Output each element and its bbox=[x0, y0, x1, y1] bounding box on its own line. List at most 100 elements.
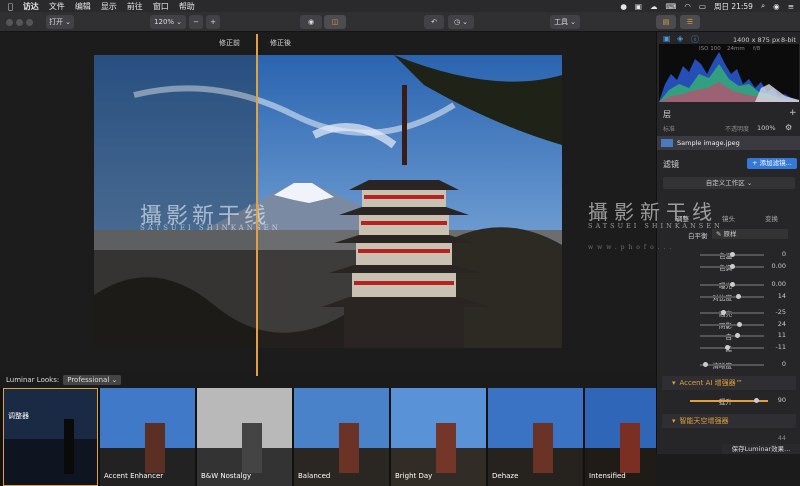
adjust-slider-knob[interactable] bbox=[721, 310, 726, 315]
adjust-slider-knob[interactable] bbox=[730, 282, 735, 287]
looks-label: Luminar Looks: bbox=[6, 375, 60, 384]
adjust-toggle-button[interactable]: ☰ bbox=[680, 15, 700, 29]
chevron-down-icon: ⌄ bbox=[111, 375, 118, 384]
right-sidebar: ▣ ◈ ⓘ 1400 x 875 px 8-bit ISO 100 24mm f… bbox=[656, 32, 800, 454]
image-canvas[interactable]: 修正前 修正後 攝影新干线 SATSUEI SHINKANSEN bbox=[0, 32, 656, 372]
layer-opacity-value[interactable]: 100% bbox=[757, 124, 776, 132]
look-thumb[interactable]: Bright Day bbox=[391, 388, 486, 486]
look-thumb[interactable]: Intensified bbox=[585, 388, 656, 486]
watermark-title-right: 攝影新干线 bbox=[588, 200, 718, 224]
adjust-slider-knob[interactable] bbox=[735, 333, 740, 338]
adjust-slider-track[interactable] bbox=[700, 310, 764, 315]
image-workspace: 修正前 修正後 攝影新干线 SATSUEI SHINKANSEN Luminar… bbox=[0, 32, 656, 486]
look-thumb[interactable]: Accent Enhancer bbox=[100, 388, 195, 486]
cloud-icon[interactable]: ☁ bbox=[650, 2, 658, 11]
zoom-select[interactable]: 120% ⌄ bbox=[150, 15, 186, 29]
compare-divider-handle[interactable] bbox=[256, 34, 258, 376]
adjust-slider-track[interactable] bbox=[700, 345, 764, 350]
chevron-down-icon: ▾ bbox=[672, 379, 676, 387]
look-thumb[interactable]: Dehaze bbox=[488, 388, 583, 486]
workspace-select[interactable]: 自定义工作区 ⌄ bbox=[663, 177, 795, 189]
adjust-slider-track[interactable] bbox=[700, 294, 764, 299]
undo-button[interactable]: ↶ bbox=[424, 15, 444, 29]
adjust-slider-track[interactable] bbox=[700, 322, 764, 327]
boost-slider[interactable] bbox=[690, 398, 768, 403]
user-icon[interactable]: ◉ bbox=[773, 2, 780, 11]
search-icon[interactable]: ⌕ bbox=[761, 1, 765, 11]
open-button[interactable]: 打开 ⌄ bbox=[46, 15, 74, 29]
apple-icon[interactable]:  bbox=[8, 2, 13, 11]
look-thumb[interactable]: B&W Nostalgy bbox=[197, 388, 292, 486]
white-balance-select[interactable]: ✎ 原样 bbox=[712, 229, 788, 239]
adjust-slider-knob[interactable] bbox=[730, 264, 735, 269]
tab-transform[interactable]: 变换 bbox=[765, 213, 778, 223]
tools-button[interactable]: 工具 ⌄ bbox=[550, 15, 580, 29]
adjust-slider-knob[interactable] bbox=[725, 345, 730, 350]
layer-blend-mode[interactable]: 标准 bbox=[663, 124, 675, 133]
add-filter-button[interactable]: + 添加滤镜... bbox=[747, 158, 797, 169]
adjust-slider-track[interactable] bbox=[700, 362, 764, 367]
layers-title[interactable]: 层 bbox=[663, 109, 671, 120]
zoom-window-button[interactable] bbox=[26, 19, 33, 26]
minimize-window-button[interactable] bbox=[16, 19, 23, 26]
film-icon: ▤ bbox=[662, 18, 670, 26]
image-icon[interactable]: ▣ bbox=[663, 34, 671, 43]
look-thumb[interactable]: Balanced bbox=[294, 388, 389, 486]
eye-icon: ◉ bbox=[307, 18, 315, 26]
wifi-icon[interactable]: ◠ bbox=[684, 2, 691, 11]
battery-icon[interactable]: ▭ bbox=[699, 2, 706, 11]
exif-aperture: f/8 bbox=[753, 46, 761, 52]
looks-bar: Luminar Looks: Professional ⌄ bbox=[0, 372, 656, 387]
adjust-slider-knob[interactable] bbox=[736, 294, 741, 299]
slider-value: 24 bbox=[777, 320, 786, 328]
white-balance-row[interactable]: 白平衡 bbox=[688, 230, 708, 240]
add-layer-icon[interactable]: + bbox=[789, 108, 797, 118]
zoom-in-button[interactable]: + bbox=[206, 15, 220, 29]
zoom-out-button[interactable]: − bbox=[189, 15, 203, 29]
clock[interactable]: 周日 21:59 bbox=[714, 1, 753, 12]
slider-value: 0 bbox=[781, 250, 786, 258]
adjust-slider-knob[interactable] bbox=[730, 252, 735, 257]
looks-category-select[interactable]: Professional ⌄ bbox=[63, 374, 122, 385]
list-icon[interactable]: ≡ bbox=[788, 2, 794, 11]
look-preview bbox=[4, 419, 97, 485]
layers-icon[interactable]: ◈ bbox=[677, 34, 683, 43]
close-window-button[interactable] bbox=[6, 19, 13, 26]
slider-value: 0.00 bbox=[771, 280, 786, 288]
boost-slider-knob[interactable] bbox=[754, 398, 759, 403]
record-icon[interactable]: ● bbox=[620, 2, 627, 11]
adjust-slider-track[interactable] bbox=[700, 333, 764, 338]
menu-file[interactable]: 文件 bbox=[49, 1, 65, 12]
adjust-slider-track[interactable] bbox=[700, 282, 764, 287]
compare-button[interactable]: ◫ bbox=[324, 15, 346, 29]
app-toolbar: 打开 ⌄ 120% ⌄ − + ◉ ◫ ↶ ◷ ⌄ 工具 ⌄ ▤ ☰ bbox=[0, 12, 800, 32]
adjust-slider-track[interactable] bbox=[700, 252, 764, 257]
gear-icon[interactable]: ⚙ bbox=[785, 123, 792, 132]
histogram-graph bbox=[659, 52, 799, 102]
menu-go[interactable]: 前往 bbox=[127, 1, 143, 12]
sky-enhancer-section[interactable]: ▾ 智能天空增强器 bbox=[662, 414, 796, 428]
clipboard-icon[interactable]: ▣ bbox=[635, 2, 642, 11]
sky-row: 44 bbox=[656, 434, 800, 444]
menu-finder[interactable]: 访达 bbox=[23, 1, 39, 12]
look-thumb[interactable]: 调整器 bbox=[3, 388, 98, 486]
tab-lens[interactable]: 镜头 bbox=[722, 213, 735, 223]
save-luminar-look-button[interactable]: 保存Luminar效果... bbox=[722, 444, 800, 454]
adjust-slider-knob[interactable] bbox=[703, 362, 708, 367]
accent-ai-section[interactable]: ▾ Accent AI 增强器™ bbox=[662, 376, 796, 390]
adjust-slider-track[interactable] bbox=[700, 264, 764, 269]
slider-value: -25 bbox=[775, 308, 786, 316]
keyboard-icon[interactable]: ⌨ bbox=[665, 2, 676, 11]
looks-toggle-button[interactable]: ▤ bbox=[656, 15, 676, 29]
undo-icon: ↶ bbox=[431, 18, 437, 26]
preview-eye-button[interactable]: ◉ bbox=[300, 15, 322, 29]
menu-edit[interactable]: 编辑 bbox=[75, 1, 91, 12]
menu-help[interactable]: 帮助 bbox=[179, 1, 195, 12]
menu-view[interactable]: 显示 bbox=[101, 1, 117, 12]
filters-title[interactable]: 滤镜 bbox=[663, 159, 679, 170]
chevron-down-icon: ⌄ bbox=[176, 18, 182, 26]
history-button[interactable]: ◷ ⌄ bbox=[448, 15, 474, 29]
adjust-slider-knob[interactable] bbox=[737, 322, 742, 327]
menu-window[interactable]: 窗口 bbox=[153, 1, 169, 12]
layer-row[interactable]: Sample image.jpeg bbox=[657, 136, 800, 150]
